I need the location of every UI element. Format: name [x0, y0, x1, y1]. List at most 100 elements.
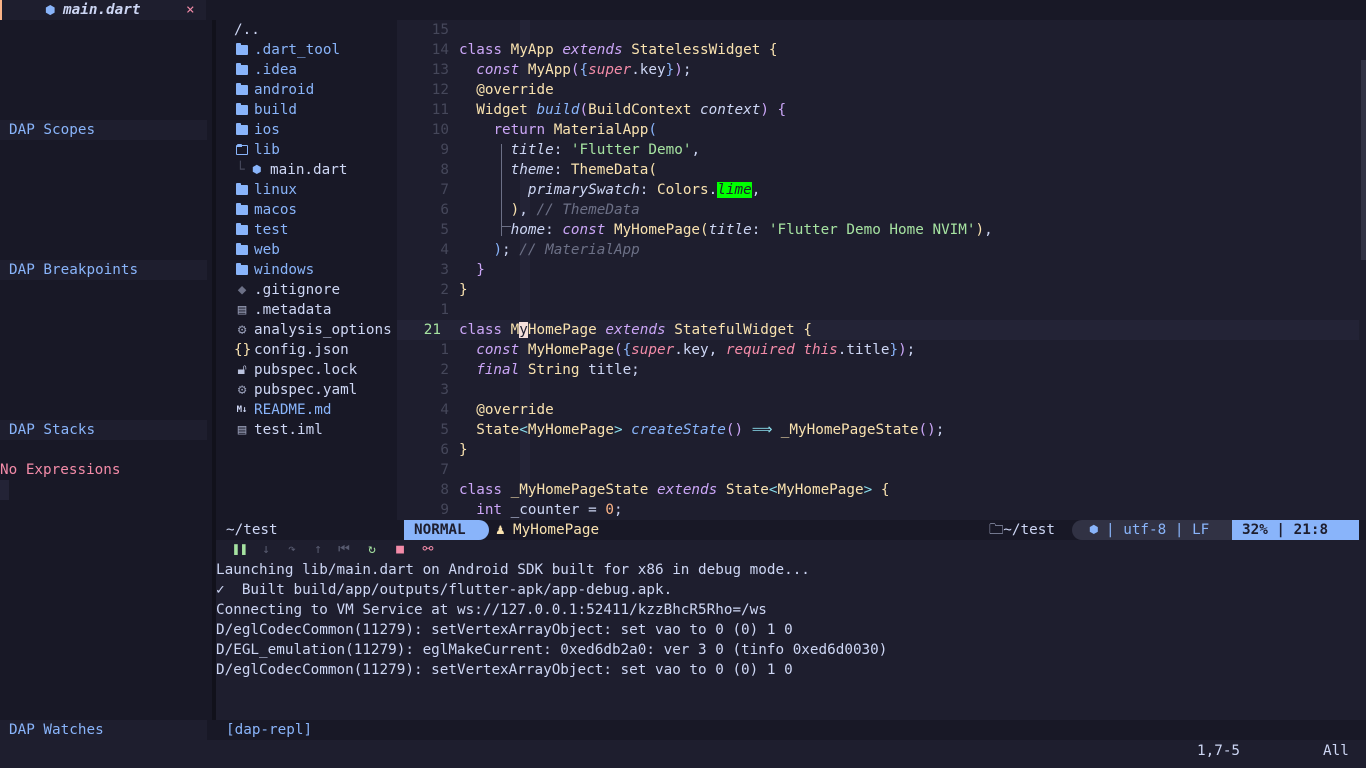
dap-repl-output[interactable]: Launching lib/main.dart on Android SDK b…	[216, 560, 1366, 720]
tree-root[interactable]: /..	[234, 20, 260, 40]
dap-watches-header[interactable]: DAP Watches	[0, 720, 207, 740]
dart-icon: ⬢	[252, 163, 262, 176]
tree-item-windows[interactable]: windows	[234, 260, 394, 280]
code-line: theme: ThemeData(	[510, 162, 657, 178]
dap-breakpoints-header[interactable]: DAP Breakpoints	[0, 260, 207, 280]
tree-item-android[interactable]: android	[234, 80, 394, 100]
stop-icon[interactable]: ■	[392, 540, 408, 560]
line-number: 6	[440, 202, 449, 218]
dap-scopes-header[interactable]: DAP Scopes	[0, 120, 207, 140]
line-number: 1	[440, 302, 449, 318]
tree-item-gitignore[interactable]: ◆ .gitignore	[234, 280, 394, 300]
code-line: }	[476, 262, 485, 278]
line-number: 10	[431, 122, 449, 138]
tree-item-idea[interactable]: .idea	[234, 60, 394, 80]
line-number: 9	[440, 142, 449, 158]
line-number: 3	[440, 262, 449, 278]
line-number: 14	[431, 42, 449, 58]
code-line: home: const MyHomePage(title: 'Flutter D…	[510, 222, 993, 238]
tree-item-linux[interactable]: linux	[234, 180, 394, 200]
repl-line: D/eglCodecCommon(11279): setVertexArrayO…	[216, 662, 793, 678]
code-line: class MyApp extends StatelessWidget {	[459, 42, 778, 58]
tree-item-pubspec-yaml[interactable]: ⚙ pubspec.yaml	[234, 380, 394, 400]
line-number: 3	[440, 382, 449, 398]
dap-panel: DAP Scopes DAP Breakpoints DAP Stacks No…	[0, 20, 212, 740]
editor-scrollbar[interactable]	[1361, 60, 1366, 260]
status-position: 32% | 21:8	[1232, 520, 1359, 540]
code-line: class _MyHomePageState extends State<MyH…	[459, 482, 890, 498]
dap-stacks-header[interactable]: DAP Stacks	[0, 420, 207, 440]
lime-color-highlight: lime	[717, 182, 752, 198]
code-line: @override	[476, 402, 554, 418]
status-cwd: ~/test	[226, 522, 278, 538]
tree-item-dart-tool[interactable]: .dart_tool	[234, 40, 394, 60]
tree-item-config-json[interactable]: {} config.json	[234, 340, 394, 360]
line-number: 4	[440, 242, 449, 258]
folder-icon: 🗀︎	[989, 522, 1004, 538]
line-number: 5	[440, 222, 449, 238]
tree-item-web[interactable]: web	[234, 240, 394, 260]
markdown-icon: M↓	[236, 405, 248, 415]
repl-line: ✓ Built build/app/outputs/flutter-apk/ap…	[216, 582, 673, 598]
tree-item-macos[interactable]: macos	[234, 200, 394, 220]
code-editor[interactable]: 15 14 13 12 11 10 9 8 7 6 5 4 3 2 1 21 1 2 3 4 5 6 7 8 9 class M…	[397, 20, 1366, 520]
code-line: }	[459, 282, 468, 298]
code-line: title: 'Flutter Demo',	[510, 142, 701, 158]
line-number: 4	[440, 402, 449, 418]
line-number: 8	[440, 162, 449, 178]
step-back-icon[interactable]: ⏮	[336, 540, 352, 560]
repl-line: D/eglCodecCommon(11279): setVertexArrayO…	[216, 622, 793, 638]
tree-indent-guide: └	[236, 162, 245, 178]
dap-cursor	[0, 480, 9, 500]
tree-item-main-dart[interactable]: └ ⬢ main.dart	[236, 160, 396, 180]
tab-title: main.dart	[63, 2, 141, 18]
pause-icon[interactable]: ❚❚	[232, 540, 248, 560]
gear-icon: ⚙	[237, 382, 247, 398]
code-line: ), // ThemeData	[510, 202, 640, 218]
disconnect-icon[interactable]: ⚯	[420, 540, 436, 560]
tab-active-marker	[0, 0, 2, 20]
line-number: 7	[440, 182, 449, 198]
tree-item-pubspec-lock[interactable]: 🔓︎ pubspec.lock	[234, 360, 394, 380]
restart-icon[interactable]: ↻	[364, 540, 380, 560]
dart-icon: ⬢	[45, 3, 56, 17]
code-line: return MaterialApp(	[493, 122, 657, 138]
status-encoding: ⬢ | utf-8 | LF	[1072, 520, 1232, 540]
tree-item-build[interactable]: build	[234, 100, 394, 120]
close-icon[interactable]: ×	[186, 0, 195, 20]
code-line: }	[459, 442, 468, 458]
debug-toolbar: ❚❚ ↓ ↷ ↑ ⏮ ↻ ■ ⚯	[216, 540, 1366, 560]
git-icon: ◆	[237, 282, 247, 298]
cursor-position: 1,7-5	[1197, 743, 1241, 759]
repl-status-bar: [dap-repl]	[216, 720, 1366, 740]
line-number: 13	[431, 62, 449, 78]
tab-main-dart[interactable]: ⬢ main.dart ×	[0, 0, 206, 20]
line-number: 2	[440, 362, 449, 378]
tree-item-lib[interactable]: lib	[234, 140, 394, 160]
tree-item-metadata[interactable]: ▤ .metadata	[234, 300, 394, 320]
line-number: 6	[440, 442, 449, 458]
tree-item-analysis-options[interactable]: ⚙ analysis_options	[234, 320, 412, 340]
line-number: 1	[440, 342, 449, 358]
mode-indicator: NORMAL	[404, 520, 489, 540]
dart-icon: ⬢	[1089, 523, 1099, 536]
code-line: const MyHomePage({super.key, required th…	[476, 342, 916, 358]
step-out-icon[interactable]: ↑	[310, 540, 326, 560]
text-cursor: y	[519, 322, 528, 338]
code-line-current: class MyHomePage extends StatefulWidget …	[459, 322, 812, 338]
tree-item-ios[interactable]: ios	[234, 120, 394, 140]
tree-item-test-iml[interactable]: ▤ test.iml	[234, 420, 394, 440]
tree-item-readme[interactable]: M↓ README.md	[234, 400, 394, 420]
command-line[interactable]: 1,7-5 All	[0, 740, 1366, 768]
line-number: 21	[423, 322, 441, 338]
line-number: 8	[440, 482, 449, 498]
line-number: 9	[440, 502, 449, 518]
repl-buffer-label: [dap-repl]	[226, 722, 313, 738]
lock-icon: 🔓︎	[237, 362, 247, 378]
line-number: 7	[440, 462, 449, 478]
tree-item-test[interactable]: test	[234, 220, 394, 240]
step-over-icon[interactable]: ↷	[284, 540, 300, 560]
line-number: 12	[431, 82, 449, 98]
step-into-icon[interactable]: ↓	[258, 540, 274, 560]
file-tree: /.. .dart_tool .idea android build ios l…	[216, 20, 397, 520]
